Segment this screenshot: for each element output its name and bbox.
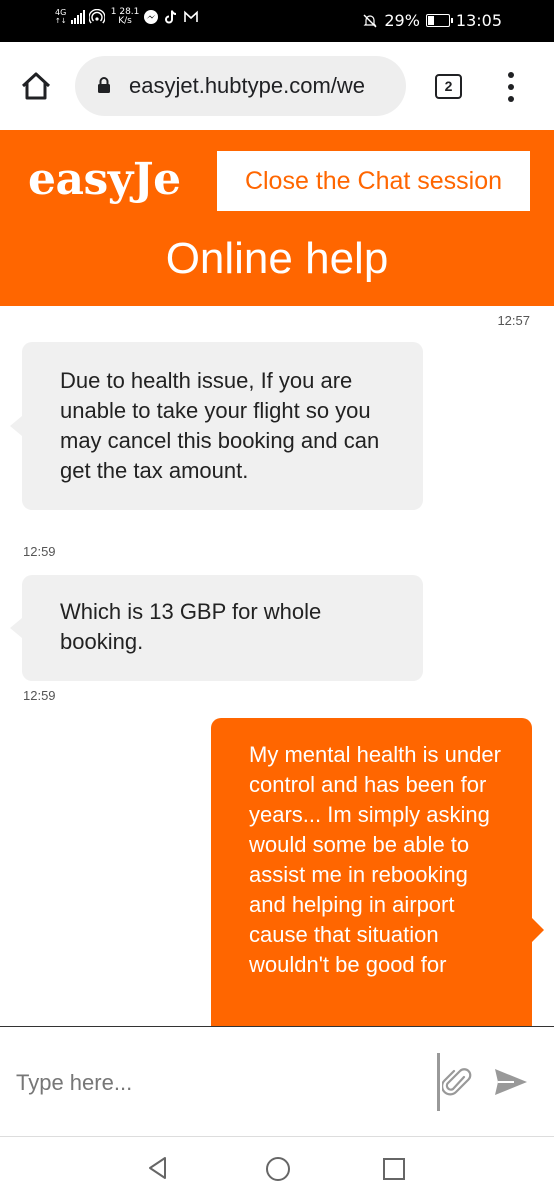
chat-messages[interactable]: 12:57 Due to health issue, If you are un…: [0, 306, 554, 1026]
tiktok-icon: [165, 10, 177, 24]
chat-header: easyJe Close the Chat session Online hel…: [0, 130, 554, 306]
messenger-icon: [144, 10, 159, 24]
back-icon[interactable]: [145, 1155, 171, 1181]
status-bar: 4G ↑↓ 1 28.1 K/s 29% 13:05: [0, 0, 554, 42]
lock-icon: [98, 77, 110, 93]
incoming-message: Which is 13 GBP for whole booking.: [10, 575, 423, 681]
message-composer: [0, 1026, 554, 1136]
outgoing-message: My mental health is under control and ha…: [211, 718, 544, 1026]
home-icon[interactable]: [264, 1155, 292, 1183]
browser-toolbar: easyjet.hubtype.com/we 2: [0, 42, 554, 130]
message-input[interactable]: [16, 1065, 416, 1101]
hotspot-icon: [88, 9, 105, 24]
composer-divider: [437, 1053, 440, 1111]
tab-count: 2: [444, 78, 453, 94]
message-text: Due to health issue, If you are unable t…: [60, 368, 380, 483]
network-indicator: 4G ↑↓: [55, 8, 67, 26]
battery-percent: 29%: [384, 11, 420, 30]
address-bar[interactable]: easyjet.hubtype.com/we: [75, 56, 406, 116]
clock: 13:05: [455, 11, 502, 30]
network-type: 4G: [55, 8, 67, 17]
message-timestamp: 12:59: [23, 544, 56, 559]
message-text: Which is 13 GBP for whole booking.: [60, 599, 322, 654]
close-chat-button[interactable]: Close the Chat session: [217, 151, 530, 211]
url-text: easyjet.hubtype.com/we: [129, 73, 366, 98]
incoming-message: Due to health issue, If you are unable t…: [10, 342, 423, 510]
menu-icon[interactable]: [505, 70, 517, 104]
mute-icon: [363, 14, 377, 27]
message-timestamp: 12:57: [497, 313, 530, 328]
page-title: Online help: [165, 234, 389, 283]
send-icon[interactable]: [494, 1067, 528, 1097]
system-navigation-bar: [0, 1136, 554, 1200]
speed-prefix: 1: [110, 7, 117, 17]
message-timestamp: 12:59: [23, 688, 56, 703]
brand-logo: easyJe: [28, 154, 181, 205]
gmail-icon: [184, 10, 199, 22]
paperclip-icon[interactable]: [442, 1063, 472, 1101]
tabs-icon[interactable]: 2: [435, 74, 462, 99]
battery-icon: [425, 14, 453, 27]
network-speed: 1 28.1 K/s: [111, 8, 140, 26]
home-icon[interactable]: [18, 68, 54, 104]
recent-apps-icon[interactable]: [382, 1157, 406, 1181]
signal-icon: [70, 10, 85, 24]
message-text: My mental health is under control and ha…: [249, 742, 501, 977]
speed-unit: K/s: [118, 16, 132, 26]
